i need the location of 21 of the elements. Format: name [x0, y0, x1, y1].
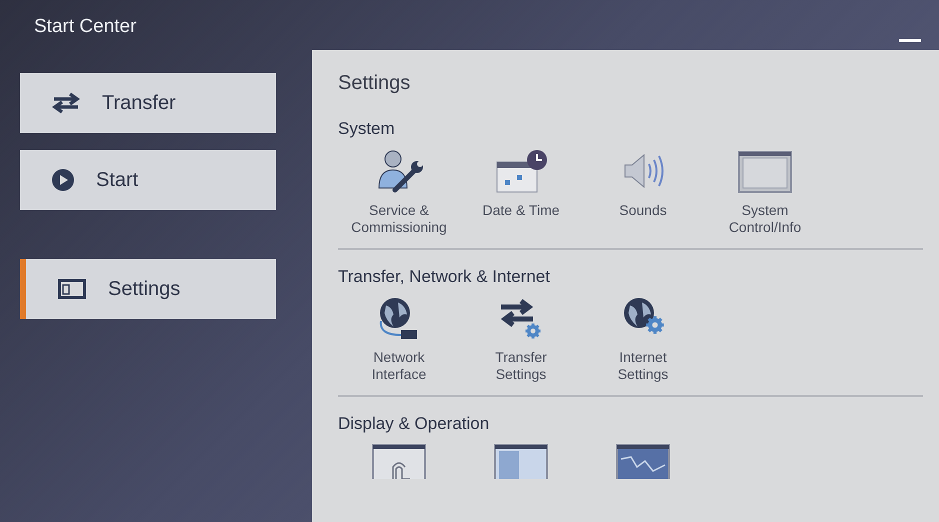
touch-screen-icon: [371, 442, 427, 478]
section-title: Transfer, Network & Internet: [338, 266, 550, 288]
nav-button[interactable]: Settings: [20, 259, 276, 319]
nav-button[interactable]: Transfer: [20, 73, 276, 133]
section-title: System: [338, 118, 395, 140]
settings-item[interactable]: Internet Settings: [582, 295, 704, 383]
settings-item[interactable]: Date & Time: [460, 148, 582, 236]
nav-button[interactable]: Start: [20, 150, 276, 210]
panel-icon: [58, 279, 86, 299]
settings-item[interactable]: System Control/Info: [704, 148, 826, 236]
arrows-icon: [52, 92, 80, 114]
play-icon: [52, 169, 74, 191]
settings-item[interactable]: Transfer Settings: [460, 295, 582, 383]
settings-item[interactable]: Service & Commissioning: [338, 148, 460, 236]
panel-title: Settings: [338, 71, 410, 96]
window-title: Start Center: [34, 15, 136, 39]
settings-item[interactable]: Network Interface: [338, 295, 460, 383]
section-title: Display & Operation: [338, 413, 490, 435]
chart-screen-icon: [615, 442, 671, 478]
screen-icon: [493, 442, 549, 478]
settings-item[interactable]: Sounds: [582, 148, 704, 236]
